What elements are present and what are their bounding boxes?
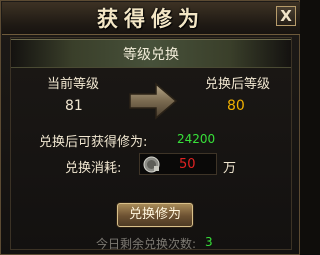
cost-label: 兑换消耗: — [65, 161, 122, 176]
dialog-title: 获得修为 — [97, 6, 205, 31]
exchange-dialog: 获得修为 X 等级兑换 当前等级 81 兑换后等级 80 兑换后可获得修为: 2… — [0, 0, 300, 255]
cost-unit: 万 — [223, 161, 237, 176]
remaining-label: 今日剩余兑换次数: — [96, 237, 197, 251]
remaining-value: 3 — [205, 235, 213, 249]
after-level-label: 兑换后等级 — [205, 77, 271, 92]
arrow-right-icon — [129, 82, 178, 120]
cost-value: 50 — [179, 157, 196, 172]
gain-value: 24200 — [177, 132, 216, 146]
close-button[interactable]: X — [276, 6, 296, 26]
after-level-value: 80 — [227, 98, 245, 114]
exchange-button[interactable]: 兑换修为 — [117, 203, 193, 227]
section-title: 等级兑换 — [123, 47, 179, 63]
section-banner: 等级兑换 — [11, 39, 291, 68]
current-level-value: 81 — [65, 98, 83, 114]
current-level-label: 当前等级 — [47, 77, 100, 92]
gain-label: 兑换后可获得修为: — [39, 135, 148, 150]
coin-icon — [143, 156, 160, 173]
